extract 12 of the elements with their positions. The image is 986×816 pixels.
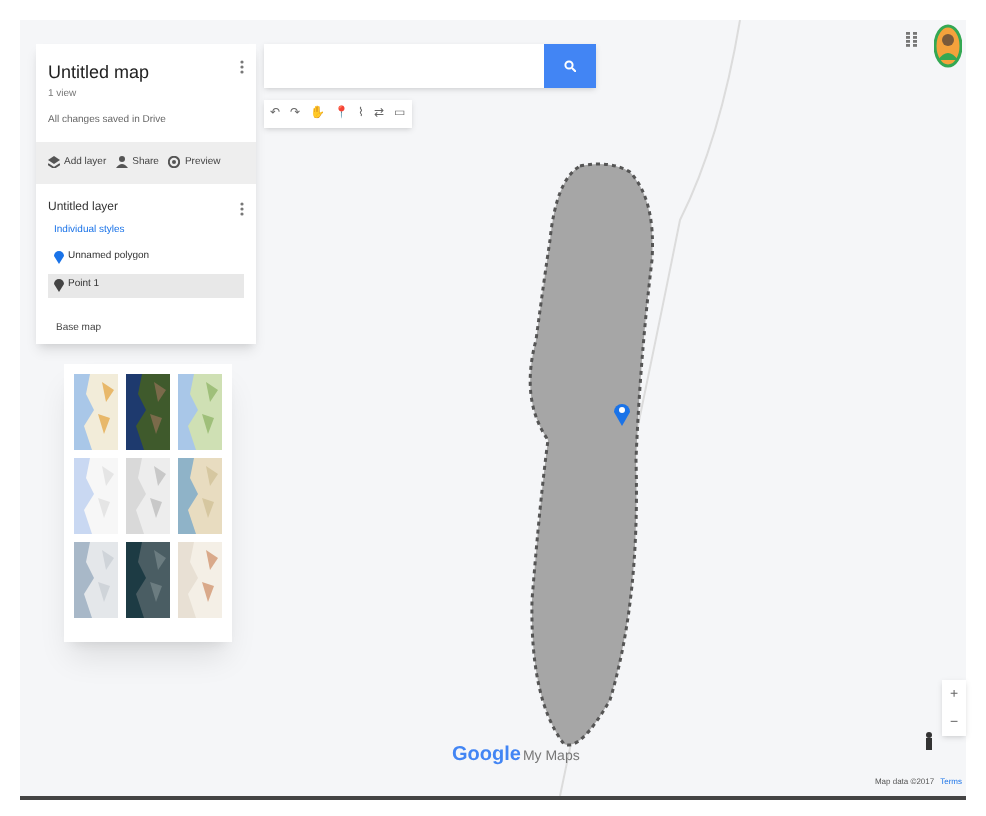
apps-icon[interactable] xyxy=(906,32,918,48)
map-title[interactable]: Untitled map xyxy=(48,60,150,87)
search-icon xyxy=(564,60,576,72)
search-button[interactable] xyxy=(544,44,596,88)
layers-icon xyxy=(48,156,60,169)
map-marker-icon[interactable] xyxy=(614,402,630,426)
marker-icon xyxy=(54,278,64,293)
person-icon[interactable] xyxy=(924,732,934,750)
pin-icon xyxy=(54,249,64,264)
search-field[interactable] xyxy=(264,44,544,88)
logo-text: Google xyxy=(452,742,521,770)
person-icon xyxy=(116,156,129,169)
